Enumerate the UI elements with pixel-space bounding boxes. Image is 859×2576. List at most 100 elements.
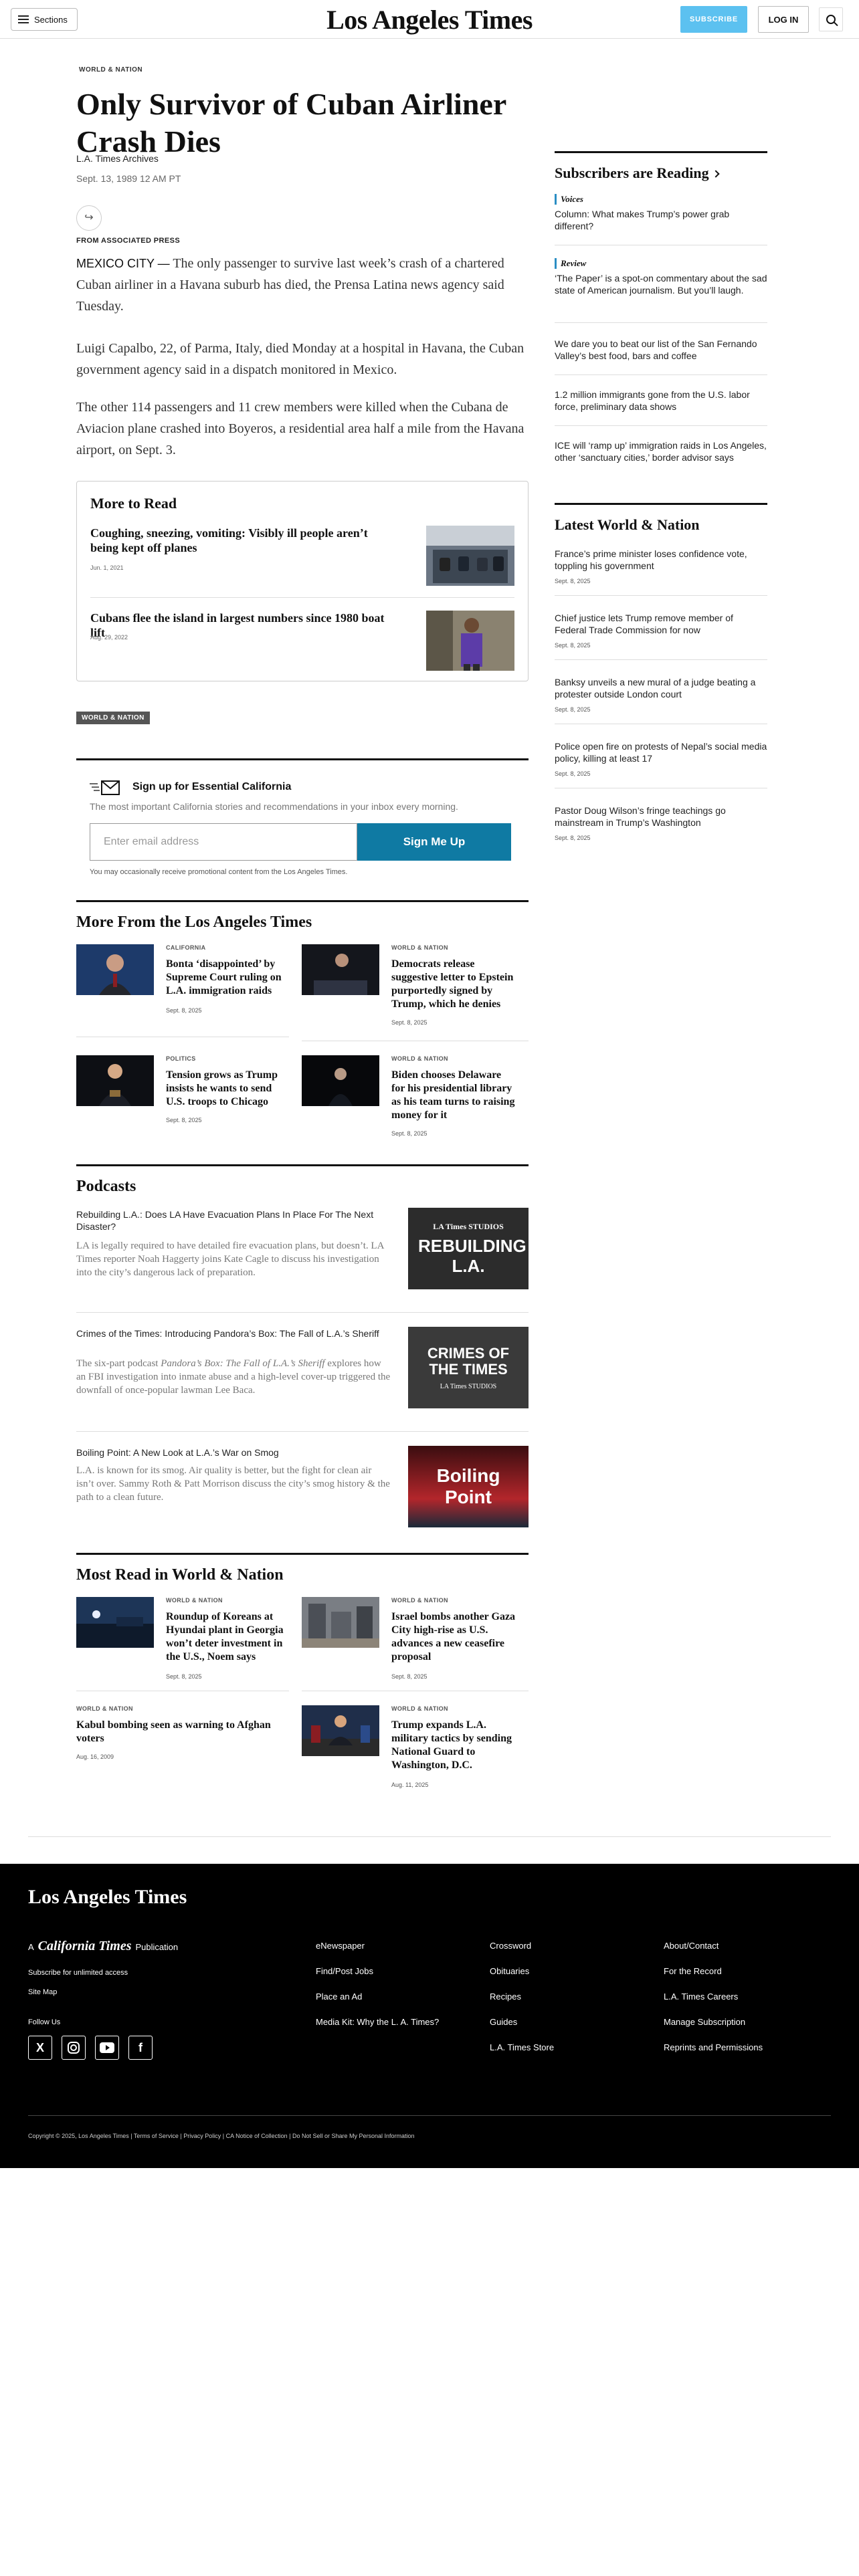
latest-link[interactable]: Pastor Doug Wilson’s fringe teachings go…	[555, 804, 767, 829]
youtube-icon[interactable]	[95, 2036, 119, 2060]
podcast-link[interactable]: Rebuilding L.A.: Does LA Have Evacuation…	[76, 1208, 397, 1232]
footer-link[interactable]: Crossword	[490, 1941, 531, 1951]
voices-label: Voices	[555, 194, 583, 205]
story-kicker[interactable]: WORLD & NATION	[76, 1705, 133, 1712]
story-kicker[interactable]: WORLD & NATION	[391, 1597, 448, 1604]
story-thumbnail[interactable]	[302, 1597, 379, 1648]
reading-link[interactable]: We dare you to beat our list of the San …	[555, 338, 767, 362]
footer-link[interactable]: Media Kit: Why the L. A. Times?	[316, 2017, 439, 2027]
story-kicker[interactable]: WORLD & NATION	[391, 1055, 448, 1062]
footer-link[interactable]: Obituaries	[490, 1966, 529, 1976]
footer-link[interactable]: For the Record	[664, 1966, 722, 1976]
story-link[interactable]: Trump expands L.A. military tactics by s…	[391, 1719, 517, 1772]
copyright-line[interactable]: Copyright © 2025, Los Angeles Times | Te…	[28, 2133, 415, 2139]
podcast-description: L.A. is known for its smog. Air quality …	[76, 1465, 390, 1503]
story-kicker[interactable]: WORLD & NATION	[391, 944, 448, 951]
story-kicker[interactable]: WORLD & NATION	[391, 1705, 448, 1712]
share-button[interactable]: ↪	[76, 205, 102, 231]
subscribers-reading-title[interactable]: Subscribers are Reading	[555, 165, 720, 182]
footer-link[interactable]: L.A. Times Careers	[664, 1992, 738, 2002]
reading-link[interactable]: 1.2 million immigrants gone from the U.S…	[555, 389, 767, 413]
more-to-read-thumbnail[interactable]	[426, 611, 514, 671]
story-link[interactable]: Tension grows as Trump insists he wants …	[166, 1069, 292, 1109]
podcast-artwork[interactable]: LA Times STUDIOS REBUILDING L.A.	[408, 1208, 529, 1289]
story-link[interactable]: Bonta ‘disappointed’ by Supreme Court ru…	[166, 958, 292, 998]
story-thumbnail[interactable]	[302, 1055, 379, 1106]
section-divider	[76, 900, 529, 902]
x-icon[interactable]: X	[28, 2036, 52, 2060]
sections-menu-button[interactable]: Sections	[11, 8, 78, 31]
footer-link[interactable]: About/Contact	[664, 1941, 719, 1951]
podcasts-title: Podcasts	[76, 1178, 136, 1195]
reading-link[interactable]: Column: What makes Trump’s power grab di…	[555, 208, 767, 232]
california-times-logo[interactable]: California Times	[38, 1939, 132, 1954]
story-thumbnail[interactable]	[76, 1055, 154, 1106]
follow-us-label: Follow Us	[28, 2018, 61, 2026]
latest-date: Sept. 8, 2025	[555, 642, 591, 649]
divider	[555, 659, 767, 660]
footer-link[interactable]: Reprints and Permissions	[664, 2042, 763, 2052]
podcast-artwork[interactable]: Boiling Point	[408, 1446, 529, 1527]
search-button[interactable]	[819, 7, 843, 31]
footer-logo[interactable]: Los Angeles Times	[28, 1886, 187, 1909]
footer-subscribe-link[interactable]: Subscribe for unlimited access	[28, 1969, 128, 1977]
footer-sitemap-link[interactable]: Site Map	[28, 1988, 57, 1996]
subscribe-button[interactable]: SUBSCRIBE	[680, 6, 747, 33]
newsletter-title: Sign up for Essential California	[132, 781, 292, 792]
footer-link[interactable]: L.A. Times Store	[490, 2042, 554, 2052]
footer-link[interactable]: Guides	[490, 2017, 517, 2027]
instagram-icon[interactable]	[62, 2036, 86, 2060]
story-kicker[interactable]: POLITICS	[166, 1055, 196, 1062]
story-link[interactable]: Roundup of Koreans at Hyundai plant in G…	[166, 1610, 292, 1664]
envelope-icon	[90, 780, 120, 796]
article-kicker[interactable]: WORLD & NATION	[79, 66, 142, 74]
story-link[interactable]: Biden chooses Delaware for his president…	[391, 1069, 517, 1122]
divider	[555, 425, 767, 426]
article-tag[interactable]: WORLD & NATION	[76, 712, 150, 724]
sign-up-button[interactable]: Sign Me Up	[357, 823, 511, 861]
footer-link[interactable]: Place an Ad	[316, 1992, 362, 2002]
story-link[interactable]: Israel bombs another Gaza City high-rise…	[391, 1610, 517, 1664]
article-byline[interactable]: L.A. Times Archives	[76, 153, 159, 164]
divider	[76, 1312, 529, 1313]
more-to-read-link[interactable]: Cubans flee the island in largest number…	[90, 611, 385, 640]
latest-link[interactable]: Police open fire on protests of Nepal’s …	[555, 740, 767, 764]
email-input[interactable]: Enter email address	[90, 823, 357, 861]
story-kicker[interactable]: WORLD & NATION	[166, 1597, 223, 1604]
story-kicker[interactable]: CALIFORNIA	[166, 944, 206, 951]
latest-link[interactable]: Banksy unveils a new mural of a judge be…	[555, 676, 767, 700]
reading-link[interactable]: ICE will ‘ramp up’ immigration raids in …	[555, 439, 767, 463]
footer-link[interactable]: Find/Post Jobs	[316, 1966, 373, 1976]
more-from-title: More From the Los Angeles Times	[76, 914, 312, 931]
story-thumbnail[interactable]	[76, 944, 154, 995]
reading-link[interactable]: ‘The Paper’ is a spot-on commentary abou…	[555, 272, 767, 296]
facebook-icon[interactable]: f	[128, 2036, 153, 2060]
footer-link[interactable]: eNewspaper	[316, 1941, 365, 1951]
more-to-read-thumbnail[interactable]	[426, 526, 514, 586]
more-to-read-link[interactable]: Coughing, sneezing, vomiting: Visibly il…	[90, 526, 385, 555]
site-logo[interactable]: Los Angeles Times	[326, 5, 533, 35]
podcast-description: LA is legally required to have detailed …	[76, 1241, 384, 1278]
divider	[555, 374, 767, 375]
story-thumbnail[interactable]	[302, 944, 379, 995]
divider	[555, 322, 767, 323]
article-dateline: MEXICO CITY —	[76, 257, 170, 270]
story-link[interactable]: Kabul bombing seen as warning to Afghan …	[76, 1719, 277, 1745]
story-date: Sept. 8, 2025	[391, 1673, 427, 1680]
story-thumbnail[interactable]	[76, 1597, 154, 1648]
footer-link[interactable]: Manage Subscription	[664, 2017, 745, 2027]
politician-photo-image	[302, 1055, 379, 1106]
story-link[interactable]: Democrats release suggestive letter to E…	[391, 958, 517, 1011]
login-button[interactable]: LOG IN	[758, 6, 809, 33]
story-date: Sept. 8, 2025	[166, 1007, 202, 1014]
podcast-art-studio: LA Times STUDIOS	[433, 1221, 504, 1231]
latest-link[interactable]: Chief justice lets Trump remove member o…	[555, 612, 767, 636]
podcast-link[interactable]: Boiling Point: A New Look at L.A.’s War …	[76, 1446, 397, 1459]
latest-link[interactable]: France’s prime minister loses confidence…	[555, 548, 767, 572]
podcast-art-title: Boiling Point	[436, 1465, 500, 1507]
latest-date: Sept. 8, 2025	[555, 770, 591, 777]
footer-link[interactable]: Recipes	[490, 1992, 521, 2002]
story-thumbnail[interactable]	[302, 1705, 379, 1756]
podcast-link[interactable]: Crimes of the Times: Introducing Pandora…	[76, 1327, 397, 1339]
podcast-artwork[interactable]: CRIMES OF THE TIMES LA Times STUDIOS	[408, 1327, 529, 1408]
